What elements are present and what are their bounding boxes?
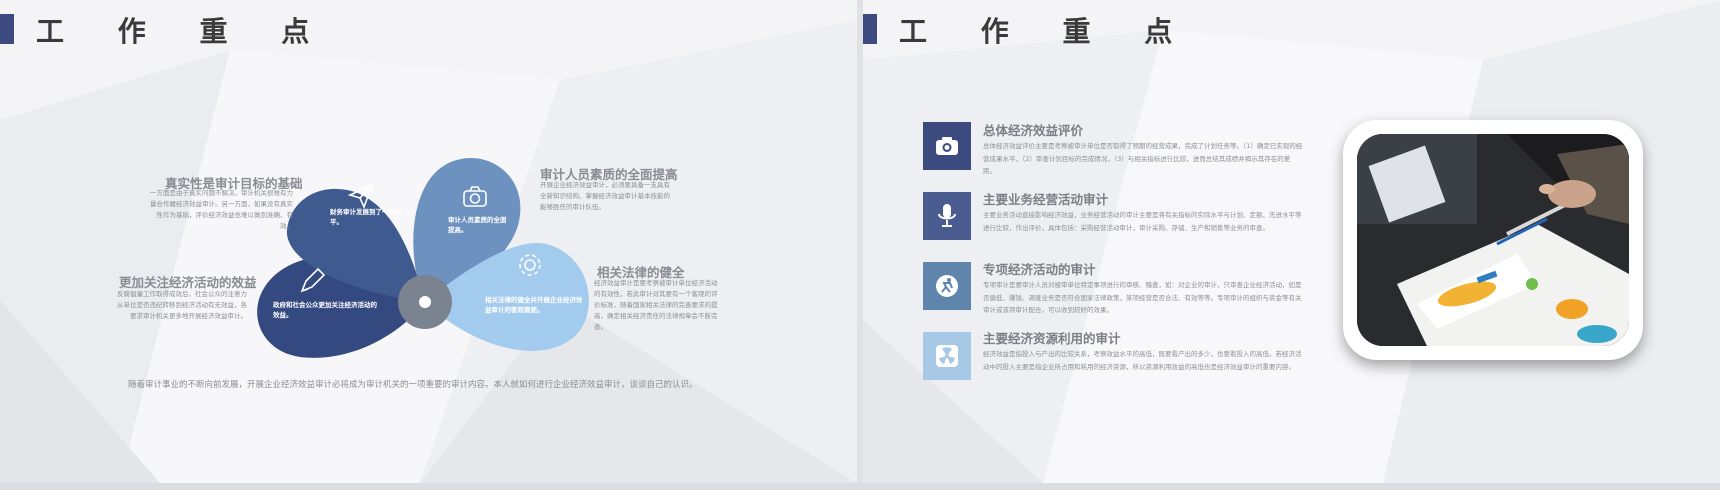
title-accent-bar (863, 14, 877, 44)
block-text-2: 反腐倡廉工作取得成效后，社会公众的注意力从单位是否违纪转移到经济活动有无效益，各… (117, 290, 247, 320)
page-title: 工 作 重 点 (899, 15, 1195, 48)
item-3-title: 专项经济活动的审计 (983, 262, 1096, 277)
petal-2-text: 审计人员素质的全面提高。 (448, 216, 507, 234)
item-2-text: 主要业务活动直接影响经济效益，业务经营活动的审计主要是将有关指标的实际水平与计划… (983, 211, 1302, 232)
item-1-title: 总体经济效益评价 (983, 123, 1084, 138)
petal-4-text: 政府和社会公众更加关注经济活动的效益。 (273, 301, 377, 319)
page-title: 工 作 重 点 (36, 15, 332, 48)
petal-3-text: 相关法律的健全并开展企业经济效益审计的客观需要。 (485, 296, 583, 314)
block-text-1: 一方面是由于真实问题不解决，审计机关很难有力量合作履经济效益审计。另一方面，如果… (150, 189, 293, 230)
title-accent-bar (0, 14, 14, 44)
item-2-icon-box (923, 192, 971, 240)
bottom-strip (0, 483, 1720, 490)
petal-1-text: 财务审计发展到了一定水平。 (330, 208, 402, 226)
item-3-text: 专项审计是要审计人员对被审单位特定事项进行的审核、稽查，如：对企业的审计，只审查… (983, 281, 1302, 314)
item-1-icon-box (923, 122, 971, 170)
item-3-icon-box (923, 262, 971, 310)
item-1-text: 总体经济效益评价主要是考察被审计单位是否取得了预期的经营成果，完成了计划任务等。… (983, 142, 1303, 175)
footer-note: 随着审计事业的不断向前发展，开展企业经济效益审计必将成为审计机关的一项重要的审计… (128, 380, 698, 390)
camera-icon (936, 137, 958, 155)
microphone-icon (938, 204, 956, 227)
slide-right: 工 作 重 点 总体经济效益评价 总体经济效益评价主要是考察被审计单位是否取得了… (863, 0, 1720, 483)
slide-left: 工 作 重 点 财务审计发展到了一定水平。 审计人员素质的全面提高。 相关法律的… (0, 0, 857, 483)
block-text-3: 开展企业经济效益审计，必须要具备一支具有全新知识结构、掌握经济效益审计基本技能的… (540, 181, 670, 211)
running-icon (936, 275, 958, 297)
item-4-text: 经济效益是指投入与产出的比较关系，考察效益水平的高低，既要看产出的多少，也要看投… (983, 350, 1302, 371)
block-text-4: 经济效益审计是要考察被审计单位经济活动的有效性，若此审计对其要有一个客观的评价标… (594, 279, 718, 331)
photo-frame (1343, 120, 1643, 360)
item-2-title: 主要业务经营活动审计 (983, 192, 1109, 207)
item-4-title: 主要经济资源利用的审计 (983, 331, 1121, 346)
radiation-icon (936, 345, 958, 367)
business-chart-photo (1357, 134, 1629, 346)
item-4-icon-box (923, 332, 971, 380)
